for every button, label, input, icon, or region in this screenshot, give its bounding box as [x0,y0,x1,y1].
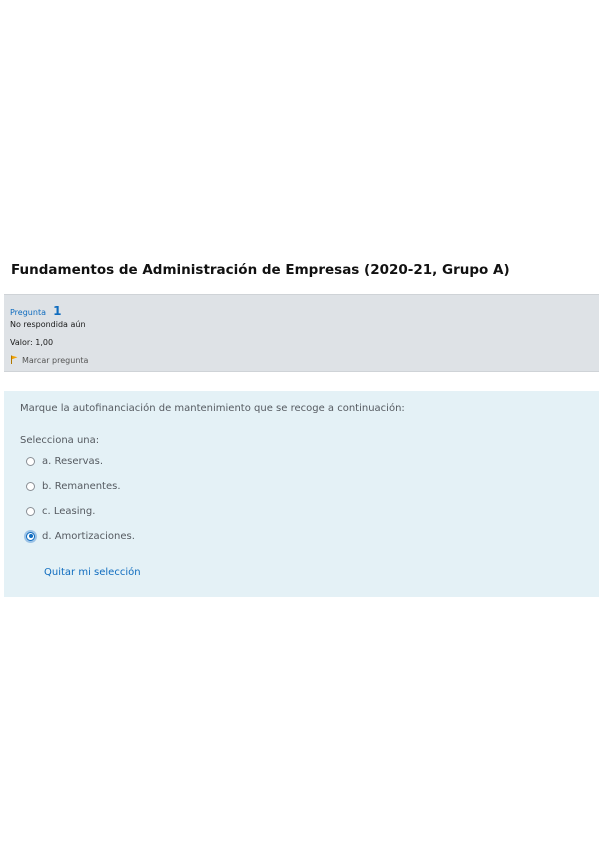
radio-b[interactable] [26,481,35,491]
answer-option-a[interactable]: a. Reservas. [26,454,103,468]
answer-prompt: Selecciona una: [20,435,100,446]
answer-option-d[interactable]: d. Amortizaciones. [26,529,135,543]
flag-question-label: Marcar pregunta [22,356,89,365]
course-title: Fundamentos de Administración de Empresa… [11,262,510,278]
question-number-value: 1 [53,304,62,318]
question-info-panel: Pregunta 1 No respondida aún Valor: 1,00… [4,294,599,372]
answer-option-label: d. Amortizaciones. [42,530,135,542]
question-number: Pregunta 1 [10,300,61,319]
radio-d[interactable] [26,531,35,541]
answer-option-label: c. Leasing. [42,505,96,517]
answer-option-b[interactable]: b. Remanentes. [26,479,121,493]
radio-a[interactable] [26,456,35,466]
radio-c[interactable] [26,506,35,516]
question-label: Pregunta [10,308,46,317]
question-state: No respondida aún [10,320,86,329]
question-grade: Valor: 1,00 [10,338,54,347]
question-text: Marque la autofinanciación de mantenimie… [20,403,405,414]
clear-selection-link[interactable]: Quitar mi selección [44,567,141,578]
question-content-panel: Marque la autofinanciación de mantenimie… [4,391,599,597]
answer-option-label: b. Remanentes. [42,480,121,492]
answer-option-c[interactable]: c. Leasing. [26,504,95,518]
flag-question-link[interactable]: Marcar pregunta [10,355,88,365]
answer-option-label: a. Reservas. [42,455,104,467]
flag-icon [10,355,18,364]
